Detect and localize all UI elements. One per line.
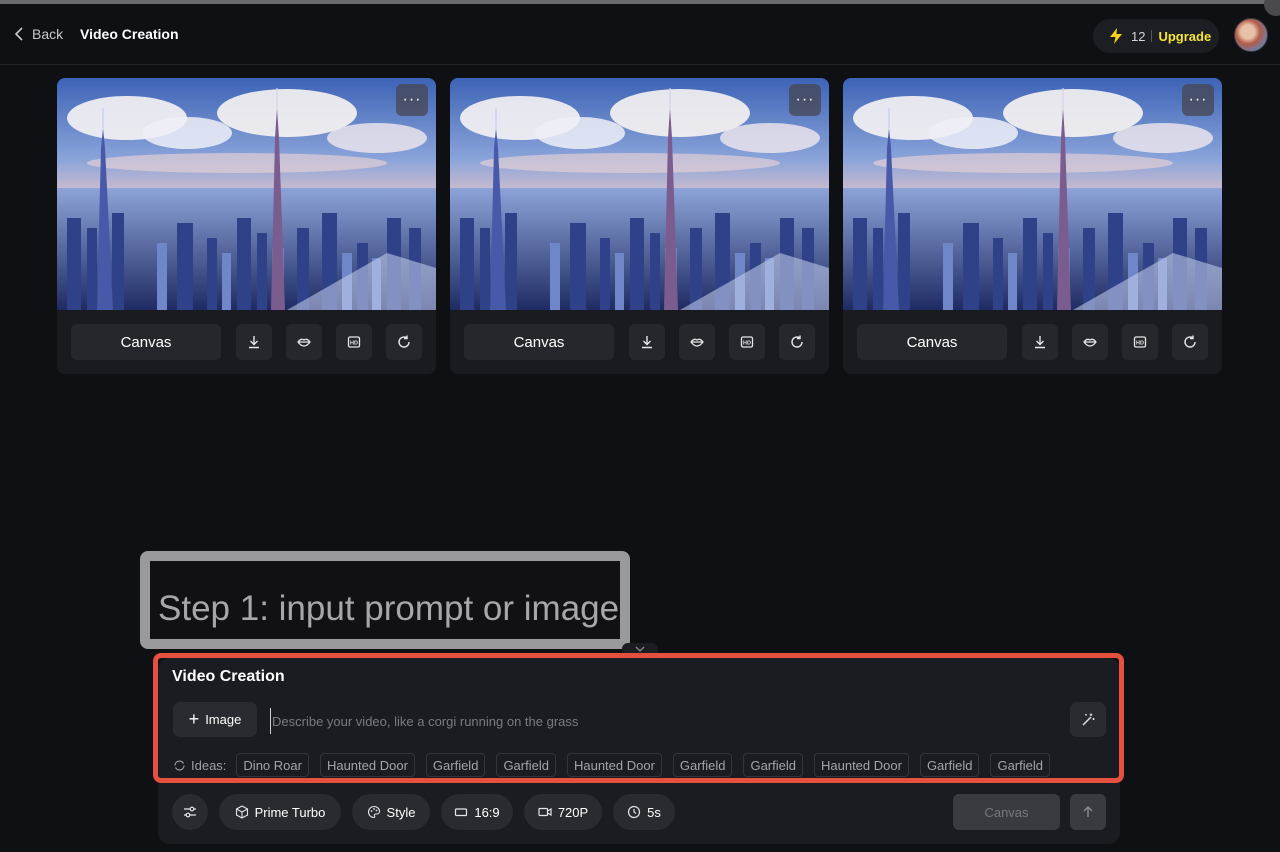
- duration-label: 5s: [647, 804, 661, 820]
- refresh-icon: [791, 335, 803, 348]
- aspect-ratio-select[interactable]: 16:9: [441, 794, 513, 830]
- svg-text:HD: HD: [350, 340, 358, 346]
- hd-button[interactable]: HD: [1122, 324, 1158, 360]
- submit-canvas-button[interactable]: Canvas: [953, 794, 1060, 830]
- card-action-bar: Canvas HD: [843, 310, 1222, 374]
- video-thumbnail[interactable]: ···: [450, 78, 829, 310]
- step-annotation: Step 1: input prompt or image: [140, 551, 630, 649]
- video-thumbnail[interactable]: ···: [843, 78, 1222, 310]
- refresh-icon: [398, 335, 410, 348]
- video-card-3: ··· Canvas HD: [843, 78, 1222, 374]
- back-button[interactable]: Back: [14, 26, 63, 42]
- download-icon: [642, 336, 652, 349]
- more-options-button[interactable]: ···: [396, 84, 428, 116]
- refresh-icon: [1184, 335, 1196, 348]
- clock-icon: [628, 805, 641, 819]
- palette-icon: [367, 805, 380, 819]
- card-action-bar: Canvas HD: [57, 310, 436, 374]
- resolution-select[interactable]: 720P: [524, 794, 602, 830]
- video-thumbnail[interactable]: ···: [57, 78, 436, 310]
- download-button[interactable]: [629, 324, 665, 360]
- hd-icon: HD: [1133, 336, 1147, 348]
- canvas-button[interactable]: Canvas: [71, 324, 221, 360]
- more-options-button[interactable]: ···: [1182, 84, 1214, 116]
- chevron-left-icon: [14, 27, 23, 41]
- aspect-ratio-label: 16:9: [474, 804, 500, 820]
- more-options-button[interactable]: ···: [789, 84, 821, 116]
- credits-count: 12: [1131, 28, 1146, 44]
- svg-text:HD: HD: [1136, 340, 1144, 346]
- cube-icon: [235, 805, 248, 819]
- canvas-button[interactable]: Canvas: [857, 324, 1007, 360]
- canvas-button[interactable]: Canvas: [464, 324, 614, 360]
- hd-icon: HD: [740, 336, 754, 348]
- back-label: Back: [32, 26, 64, 42]
- video-card-2: ··· Canvas HD: [450, 78, 829, 374]
- avatar[interactable]: [1234, 18, 1268, 52]
- credits-pill[interactable]: 12 Upgrade: [1093, 19, 1219, 53]
- lips-icon: [690, 338, 704, 347]
- regenerate-button[interactable]: [386, 324, 422, 360]
- hd-button[interactable]: HD: [729, 324, 765, 360]
- upgrade-link[interactable]: Upgrade: [1158, 29, 1211, 44]
- settings-button[interactable]: [172, 794, 208, 830]
- thumbnail-image: [57, 78, 436, 310]
- model-select[interactable]: Prime Turbo: [219, 794, 341, 830]
- arrow-up-icon: [1083, 806, 1093, 817]
- thumbnail-image: [843, 78, 1222, 310]
- style-select[interactable]: Style: [352, 794, 430, 830]
- download-icon: [249, 336, 259, 349]
- lip-sync-button[interactable]: [286, 324, 322, 360]
- lip-sync-button[interactable]: [1072, 324, 1108, 360]
- download-button[interactable]: [1022, 324, 1058, 360]
- model-label: Prime Turbo: [254, 804, 326, 820]
- svg-text:HD: HD: [743, 340, 751, 346]
- step-annotation-text: Step 1: input prompt or image: [158, 589, 620, 628]
- hd-button[interactable]: HD: [336, 324, 372, 360]
- sliders-icon: [184, 806, 196, 818]
- thumbnail-image: [450, 78, 829, 310]
- lightning-icon: [1110, 28, 1122, 44]
- app-header: Back Video Creation 12 Upgrade: [0, 4, 1280, 65]
- lips-icon: [1083, 338, 1097, 347]
- page-title: Video Creation: [80, 26, 179, 42]
- regenerate-button[interactable]: [779, 324, 815, 360]
- hd-icon: HD: [347, 336, 361, 348]
- lips-icon: [297, 338, 311, 347]
- style-label: Style: [386, 804, 416, 820]
- resolution-label: 720P: [557, 804, 589, 820]
- duration-select[interactable]: 5s: [613, 794, 675, 830]
- credits-divider: [1151, 30, 1153, 42]
- video-card-1: ··· Canvas HD: [57, 78, 436, 374]
- card-action-bar: Canvas HD: [450, 310, 829, 374]
- generate-button[interactable]: [1070, 794, 1106, 830]
- video-camera-icon: [538, 807, 552, 817]
- highlight-annotation: [153, 653, 1124, 783]
- regenerate-button[interactable]: [1172, 324, 1208, 360]
- download-icon: [1035, 336, 1045, 349]
- download-button[interactable]: [236, 324, 272, 360]
- aspect-ratio-icon: [455, 808, 468, 817]
- lip-sync-button[interactable]: [679, 324, 715, 360]
